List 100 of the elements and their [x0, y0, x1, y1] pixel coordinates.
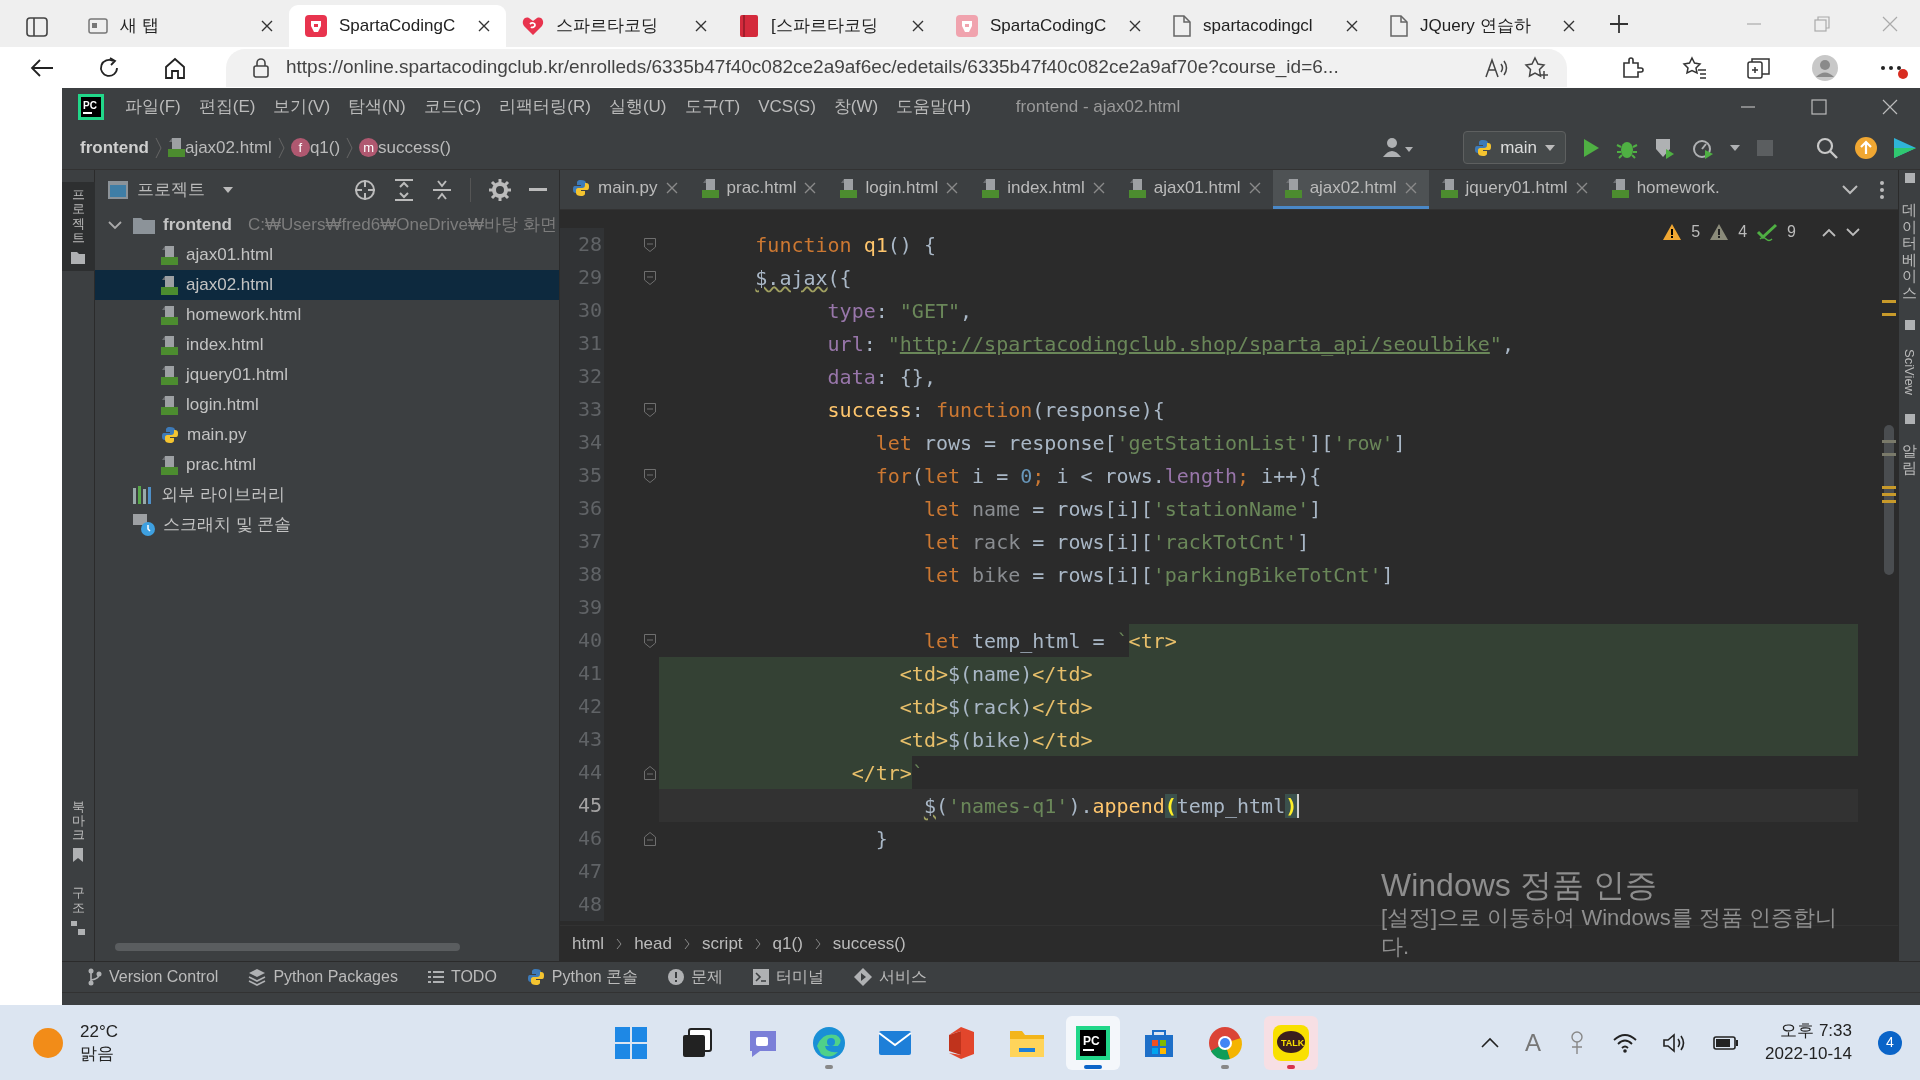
- tool-window-tab[interactable]: Version Control: [88, 965, 219, 989]
- next-icon[interactable]: [1846, 227, 1860, 237]
- inspection-count[interactable]: 5: [1691, 220, 1701, 244]
- taskbar-button[interactable]: TALK: [1264, 1015, 1318, 1070]
- browser-tab[interactable]: SpartaCodingC: [940, 5, 1157, 47]
- notification-badge[interactable]: 4: [1878, 1030, 1902, 1055]
- close-icon[interactable]: [912, 20, 924, 32]
- activation-message[interactable]: [설정]으로 이동하여 Windows를 정품 인증합니다.: [1381, 904, 1859, 962]
- add-favorite-icon[interactable]: [1525, 56, 1549, 79]
- tool-window-button[interactable]: 구조: [61, 886, 95, 935]
- run-icon[interactable]: [1582, 137, 1600, 158]
- editor-tab[interactable]: prac.html: [689, 170, 829, 209]
- read-aloud-icon[interactable]: [1485, 57, 1509, 78]
- locate-icon[interactable]: [354, 179, 376, 201]
- weather-condition[interactable]: 맑음: [80, 1042, 118, 1064]
- breadcrumb-item[interactable]: head: [634, 930, 672, 957]
- sidebar-icon[interactable]: [26, 15, 48, 38]
- chevron-down-icon[interactable]: [108, 220, 122, 230]
- tool-window-tab[interactable]: TODO: [427, 965, 497, 989]
- fold-marker-icon[interactable]: [644, 237, 656, 252]
- menu-item[interactable]: 도움말(H): [887, 94, 980, 120]
- show-hidden-icon[interactable]: [1481, 1037, 1499, 1048]
- collapse-all-icon[interactable]: [432, 179, 452, 201]
- editor-tab[interactable]: index.html: [970, 170, 1117, 209]
- new-tab-icon[interactable]: [1609, 14, 1629, 35]
- scrollbar[interactable]: [115, 943, 460, 951]
- browser-tab[interactable]: spartacodingcl: [1157, 5, 1374, 47]
- tree-item[interactable]: frontend C:₩Users₩fred6₩OneDrive₩바탕 화면: [95, 210, 559, 240]
- back-icon[interactable]: [30, 57, 54, 78]
- tool-window-button[interactable]: 데이터베이스: [1902, 202, 1917, 301]
- tree-item[interactable]: jquery01.html: [95, 360, 559, 390]
- tool-window-tab[interactable]: 서비스: [854, 965, 928, 989]
- tool-window-button[interactable]: 북마크: [61, 799, 95, 863]
- tree-item[interactable]: index.html: [95, 330, 559, 360]
- browser-tab[interactable]: SpartaCodingC: [289, 5, 506, 47]
- browser-tab[interactable]: 스파르타코딩: [506, 5, 723, 47]
- fold-marker-icon[interactable]: [644, 633, 656, 648]
- browser-tab[interactable]: JQuery 연습하: [1374, 5, 1591, 47]
- editor-tab[interactable]: main.py: [560, 170, 690, 209]
- menu-item[interactable]: 실행(U): [599, 94, 676, 120]
- tree-item[interactable]: login.html: [95, 390, 559, 420]
- tree-item[interactable]: ajax02.html: [95, 270, 559, 300]
- tree-item[interactable]: main.py: [95, 420, 559, 450]
- menu-item[interactable]: 창(W): [824, 94, 888, 120]
- tree-item[interactable]: 외부 라이브러리: [95, 480, 559, 510]
- previous-icon[interactable]: [1822, 227, 1836, 237]
- menu-item[interactable]: VCS(S): [749, 94, 825, 120]
- breadcrumb-item[interactable]: frontend: [80, 134, 149, 161]
- collections-icon[interactable]: [1747, 56, 1771, 79]
- breadcrumb-item[interactable]: q1(): [309, 134, 341, 161]
- chevron-down-icon[interactable]: [1842, 184, 1858, 195]
- scrollbar[interactable]: [1884, 425, 1894, 575]
- more-icon[interactable]: [1880, 180, 1884, 199]
- tree-item[interactable]: 스크래치 및 콘솔: [95, 510, 559, 540]
- close-icon[interactable]: [1563, 20, 1575, 32]
- maximize-icon[interactable]: [1811, 99, 1827, 115]
- fold-marker-icon[interactable]: [644, 270, 656, 285]
- fold-marker-icon[interactable]: [644, 765, 656, 780]
- fold-marker-icon[interactable]: [644, 402, 656, 417]
- breadcrumb-item[interactable]: html: [572, 930, 605, 957]
- input-method-indicator[interactable]: A: [1525, 1024, 1542, 1061]
- editor-tab[interactable]: jquery01.html: [1428, 170, 1600, 209]
- browser-tab[interactable]: 새 탭: [72, 5, 289, 47]
- vcs-user-icon[interactable]: [1383, 136, 1414, 159]
- menu-item[interactable]: 보기(V): [264, 94, 340, 120]
- search-icon[interactable]: [1816, 136, 1838, 159]
- menu-item[interactable]: 리팩터링(R): [490, 94, 600, 120]
- extensions-icon[interactable]: [1621, 56, 1643, 79]
- tool-window-button[interactable]: SciView: [1899, 349, 1920, 395]
- close-icon[interactable]: [1882, 99, 1898, 115]
- expand-all-icon[interactable]: [394, 179, 414, 201]
- tool-window-button[interactable]: 프로젝트: [61, 182, 95, 272]
- close-icon[interactable]: [261, 20, 273, 32]
- update-icon[interactable]: [1854, 135, 1878, 160]
- clock-date[interactable]: 2022-10-14: [1765, 1042, 1852, 1065]
- coverage-icon[interactable]: [1654, 136, 1676, 159]
- battery-icon[interactable]: [1713, 1035, 1740, 1050]
- home-icon[interactable]: [164, 56, 186, 79]
- wifi-icon[interactable]: [1613, 1032, 1638, 1053]
- editor-tab[interactable]: login.html: [828, 170, 971, 209]
- menu-item[interactable]: 코드(C): [414, 94, 491, 120]
- tool-window-tab[interactable]: Python 콘솔: [526, 965, 639, 989]
- taskbar-button[interactable]: PC: [1066, 1015, 1120, 1070]
- close-icon[interactable]: [478, 20, 490, 32]
- address-bar[interactable]: https://online.spartacodingclub.kr/enrolleds/6335b47f40c082ce2a9af6ec/edetails/6335b47f40c082ce2a9af70e?course_id=6...: [226, 48, 1567, 87]
- close-icon[interactable]: [1129, 20, 1141, 32]
- breadcrumb-item[interactable]: success(): [378, 134, 451, 161]
- inspection-count[interactable]: 9: [1787, 220, 1796, 244]
- refresh-icon[interactable]: [98, 56, 120, 79]
- run-configuration-dropdown[interactable]: main: [1463, 130, 1566, 165]
- tree-item[interactable]: ajax01.html: [95, 240, 559, 270]
- toolbox-icon[interactable]: [1894, 135, 1916, 160]
- breadcrumb-item[interactable]: q1(): [772, 930, 803, 957]
- menu-item[interactable]: 탐색(N): [339, 94, 415, 120]
- editor-tab[interactable]: homework.: [1599, 170, 1732, 209]
- breadcrumb-item[interactable]: success(): [832, 930, 906, 957]
- tree-item[interactable]: prac.html: [95, 450, 559, 480]
- temperature[interactable]: 22°C: [80, 1021, 118, 1043]
- menu-item[interactable]: 파일(F): [116, 94, 190, 120]
- clock-time[interactable]: 오후 7:33: [1780, 1020, 1852, 1043]
